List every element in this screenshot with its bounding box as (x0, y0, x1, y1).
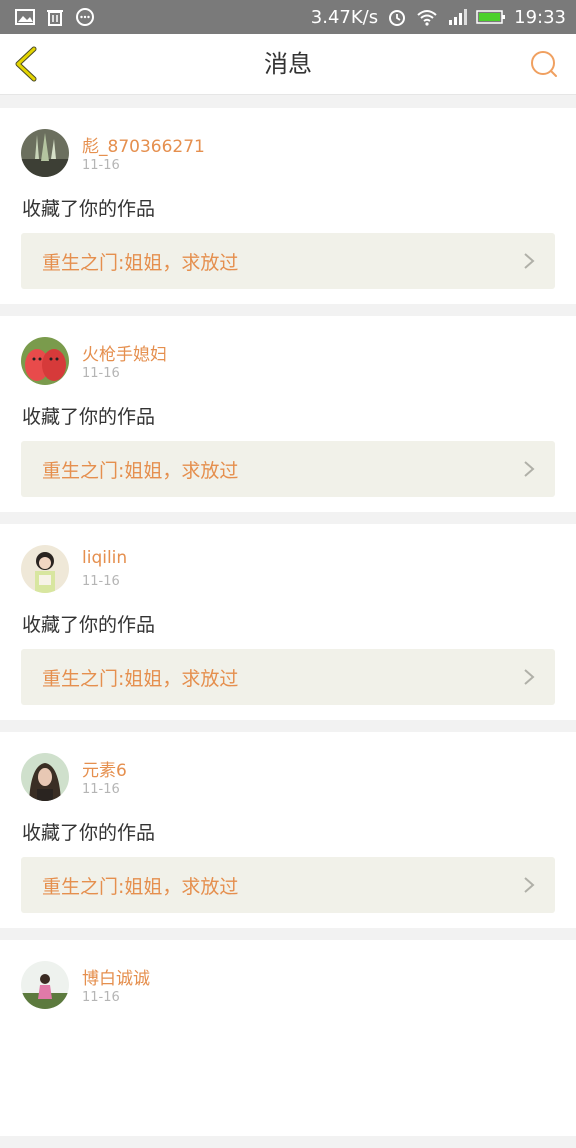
avatar[interactable] (21, 129, 69, 177)
message-card: 元素6 11-16 收藏了你的作品 重生之门:姐姐，求放过 (0, 732, 576, 928)
avatar[interactable] (21, 961, 69, 1009)
search-button[interactable] (528, 48, 560, 80)
work-title: 重生之门:姐姐，求放过 (42, 876, 239, 898)
message-list: 彪_870366271 11-16 收藏了你的作品 重生之门:姐姐，求放过 火枪… (0, 108, 576, 1148)
status-bar: 3.47K/s 19:33 (0, 0, 576, 34)
action-text: 收藏了你的作品 (22, 614, 156, 636)
alarm-icon (386, 7, 408, 27)
network-speed: 3.47K/s (310, 6, 379, 28)
page-title: 消息 (264, 50, 312, 78)
timestamp: 11-16 (82, 366, 120, 381)
timestamp: 11-16 (82, 782, 120, 797)
action-text: 收藏了你的作品 (22, 198, 156, 220)
image-icon (14, 7, 36, 27)
message-card: liqilin 11-16 收藏了你的作品 重生之门:姐姐，求放过 (0, 524, 576, 720)
status-bar-left (14, 7, 96, 27)
username[interactable]: 博白诚诚 (82, 964, 150, 989)
username[interactable]: liqilin (82, 548, 127, 568)
username[interactable]: 彪_870366271 (82, 132, 205, 157)
work-title: 重生之门:姐姐，求放过 (42, 460, 239, 482)
signal-icon (446, 7, 468, 27)
status-bar-right: 3.47K/s 19:33 (311, 7, 566, 28)
search-icon (531, 51, 557, 77)
trash-icon (44, 7, 66, 27)
work-link[interactable]: 重生之门:姐姐，求放过 (21, 441, 555, 497)
avatar[interactable] (21, 753, 69, 801)
avatar[interactable] (21, 545, 69, 593)
message-card: 博白诚诚 11-16 (0, 940, 576, 1136)
work-title: 重生之门:姐姐，求放过 (42, 668, 239, 690)
work-link[interactable]: 重生之门:姐姐，求放过 (21, 649, 555, 705)
clock: 19:33 (514, 6, 566, 28)
action-text: 收藏了你的作品 (22, 822, 156, 844)
action-text: 收藏了你的作品 (22, 406, 156, 428)
work-link[interactable]: 重生之门:姐姐，求放过 (21, 857, 555, 913)
timestamp: 11-16 (82, 990, 120, 1005)
timestamp: 11-16 (82, 574, 120, 589)
battery-icon (476, 7, 506, 27)
username[interactable]: 火枪手媳妇 (82, 340, 167, 365)
timestamp: 11-16 (82, 158, 120, 173)
message-card: 火枪手媳妇 11-16 收藏了你的作品 重生之门:姐姐，求放过 (0, 316, 576, 512)
username[interactable]: 元素6 (82, 756, 127, 781)
chevron-right-icon (524, 253, 535, 269)
chevron-right-icon (524, 461, 535, 477)
header: 消息 (0, 34, 576, 95)
work-title: 重生之门:姐姐，求放过 (42, 252, 239, 274)
work-link[interactable]: 重生之门:姐姐，求放过 (21, 233, 555, 289)
avatar[interactable] (21, 337, 69, 385)
chevron-right-icon (524, 669, 535, 685)
wifi-icon (416, 7, 438, 27)
chat-bubble-icon (74, 7, 96, 27)
message-card: 彪_870366271 11-16 收藏了你的作品 重生之门:姐姐，求放过 (0, 108, 576, 304)
chevron-right-icon (524, 877, 535, 893)
